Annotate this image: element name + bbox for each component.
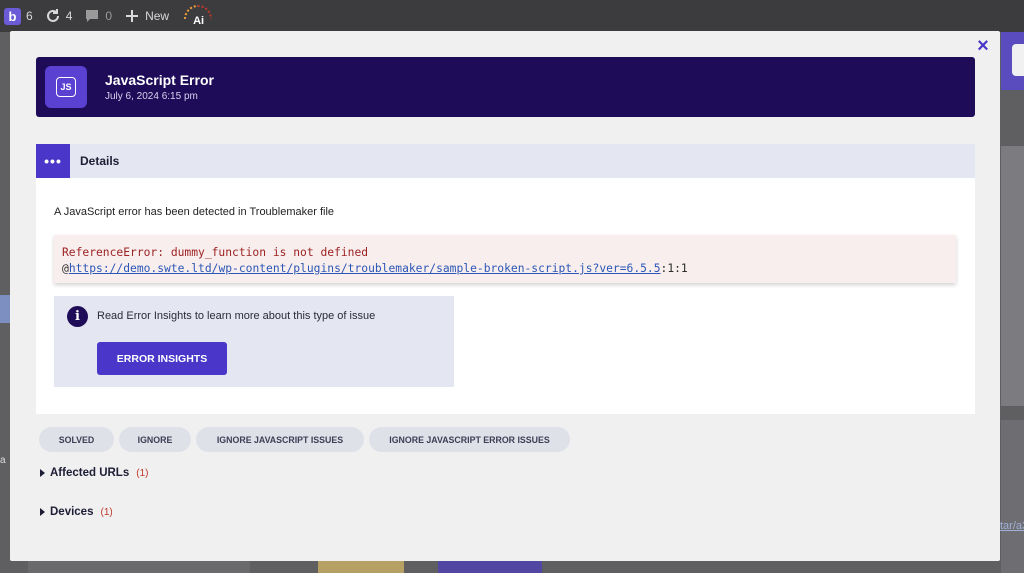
info-icon: i (67, 306, 88, 327)
error-insights-button[interactable]: ERROR INSIGHTS (97, 342, 227, 375)
error-prefix: @ (62, 262, 69, 275)
background-card-purple (438, 560, 542, 573)
refresh-icon (46, 9, 59, 22)
issue-header-text: JavaScript Error July 6, 2024 6:15 pm (105, 72, 214, 102)
caret-right-icon (40, 508, 45, 516)
issue-header: JS JavaScript Error July 6, 2024 6:15 pm (36, 57, 975, 117)
affected-urls-label: Affected URLs (50, 467, 130, 479)
devices-toggle[interactable]: Devices (1) (40, 506, 113, 518)
devices-count: (1) (100, 506, 113, 518)
error-code-block: ReferenceError: dummy_function is not de… (54, 235, 956, 283)
background-link: tar/a3 (1000, 520, 1024, 532)
background-sidebar-text: a (0, 455, 6, 466)
ignore-javascript-issues-button[interactable]: IGNORE JAVASCRIPT ISSUES (196, 427, 364, 452)
issue-date: July 6, 2024 6:15 pm (105, 91, 198, 102)
new-label: New (145, 9, 170, 23)
error-message: ReferenceError: dummy_function is not de… (62, 246, 369, 259)
ai-label: Ai (193, 15, 205, 27)
comment-icon (86, 10, 99, 22)
plus-icon (126, 10, 139, 22)
error-insights-panel: i Read Error Insights to learn more abou… (54, 296, 454, 387)
action-buttons: SOLVED IGNORE IGNORE JAVASCRIPT ISSUES I… (39, 427, 575, 452)
admin-bar: b 6 4 0 New Ai (0, 0, 1024, 32)
new-menu[interactable]: New (124, 8, 169, 24)
details-body: A JavaScript error has been detected in … (36, 178, 975, 414)
details-section-header[interactable]: ••• Details (36, 144, 975, 178)
site-logo-icon: b (4, 7, 21, 25)
error-url-link[interactable]: https://demo.swte.ltd/wp-content/plugins… (69, 262, 661, 275)
solved-button[interactable]: SOLVED (39, 427, 114, 452)
background-card-yellow (318, 560, 404, 573)
comments-menu[interactable]: 0 (84, 8, 112, 24)
background-panel (1001, 146, 1024, 406)
error-location: @https://demo.swte.ltd/wp-content/plugin… (62, 261, 948, 277)
ignore-button[interactable]: IGNORE (119, 427, 191, 452)
site-count: 6 (26, 9, 33, 23)
caret-right-icon (40, 469, 45, 477)
javascript-badge: JS (45, 66, 87, 108)
background-sidebar-active (0, 295, 10, 323)
issue-title: JavaScript Error (105, 72, 214, 88)
insights-text: Read Error Insights to learn more about … (97, 310, 376, 322)
javascript-icon: JS (56, 77, 76, 97)
background-card (28, 560, 250, 573)
affected-urls-count: (1) (136, 467, 149, 479)
site-menu[interactable]: b 6 (4, 7, 33, 25)
ignore-javascript-error-issues-button[interactable]: IGNORE JAVASCRIPT ERROR ISSUES (369, 427, 570, 452)
comments-count: 0 (105, 9, 113, 23)
error-suffix: :1:1 (660, 262, 688, 275)
details-label: Details (80, 154, 120, 168)
error-description: A JavaScript error has been detected in … (54, 206, 335, 218)
issue-modal: × JS JavaScript Error July 6, 2024 6:15 … (10, 31, 1000, 561)
devices-label: Devices (50, 506, 94, 518)
ai-menu[interactable]: Ai (181, 3, 215, 29)
affected-urls-toggle[interactable]: Affected URLs (1) (40, 467, 148, 479)
close-button[interactable]: × (974, 36, 992, 56)
updates-count: 4 (65, 9, 73, 23)
background-button (1012, 44, 1024, 76)
more-icon: ••• (36, 144, 70, 178)
updates-menu[interactable]: 4 (45, 8, 73, 24)
background-panel-lower (1001, 420, 1024, 573)
